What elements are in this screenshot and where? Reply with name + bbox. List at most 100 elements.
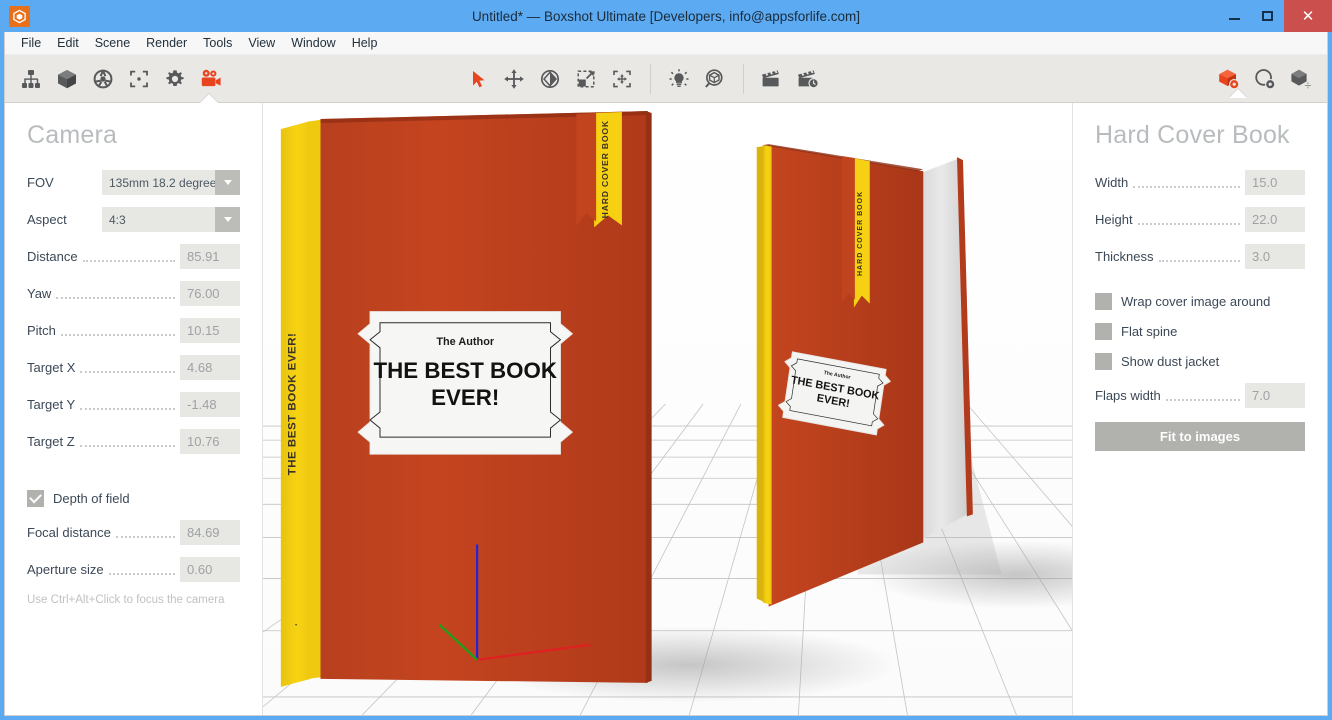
toolbar-center-group: [460, 61, 826, 97]
target-z-row: Target Z 10.76: [27, 429, 240, 454]
dot-leader: [1158, 259, 1240, 262]
book-front-spine-footer: •: [295, 624, 301, 626]
show-dust-jacket-row[interactable]: Show dust jacket: [1095, 353, 1305, 370]
render-clapperboard-icon: [762, 69, 779, 86]
menu-window[interactable]: Window: [283, 33, 343, 53]
close-button[interactable]: ✕: [1284, 0, 1332, 32]
target-y-row: Target Y -1.48: [27, 392, 240, 417]
dot-leader: [1165, 398, 1240, 401]
width-label: Width: [1095, 175, 1129, 190]
zoom-to-object-button[interactable]: [697, 61, 733, 97]
scene-tree-button[interactable]: [13, 61, 49, 97]
render-animation-icon: [798, 69, 819, 88]
material-settings-button[interactable]: [1247, 61, 1283, 97]
depth-of-field-label: Depth of field: [53, 491, 130, 506]
flaps-width-input[interactable]: 7.0: [1245, 383, 1305, 408]
object-transform-button[interactable]: [1283, 61, 1319, 97]
pitch-input[interactable]: 10.15: [180, 318, 240, 343]
distance-input[interactable]: 85.91: [180, 244, 240, 269]
application-window: Untitled* — Boxshot Ultimate [Developers…: [0, 0, 1332, 720]
maximize-button[interactable]: [1251, 0, 1284, 32]
width-input[interactable]: 15.0: [1245, 170, 1305, 195]
height-input[interactable]: 22.0: [1245, 207, 1305, 232]
target-z-label: Target Z: [27, 434, 75, 449]
book-back-ribbon-text: HARD COVER BOOK: [857, 191, 864, 276]
render-clapperboard-button[interactable]: [754, 61, 790, 97]
shape-box-icon: [58, 69, 76, 88]
book-front-label: The Author THE BEST BOOK EVER!: [357, 311, 574, 455]
menu-scene[interactable]: Scene: [87, 33, 138, 53]
aperture-size-input[interactable]: 0.60: [180, 557, 240, 582]
dot-leader: [79, 444, 175, 447]
dot-leader: [80, 407, 175, 410]
thickness-row: Thickness 3.0: [1095, 244, 1305, 269]
target-x-input[interactable]: 4.68: [180, 355, 240, 380]
book-back-spine: [762, 145, 772, 605]
wrap-cover-label: Wrap cover image around: [1121, 294, 1271, 309]
flat-spine-label: Flat spine: [1121, 324, 1178, 339]
fov-select[interactable]: 135mm 18.2 degrees: [102, 170, 240, 195]
settings-gear-button[interactable]: [157, 61, 193, 97]
depth-of-field-checkbox[interactable]: [27, 490, 44, 507]
aspect-select[interactable]: 4:3: [102, 207, 240, 232]
target-y-input[interactable]: -1.48: [180, 392, 240, 417]
settings-gear-icon: [166, 69, 184, 86]
depth-of-field-row[interactable]: Depth of field: [27, 490, 240, 507]
light-bulb-button[interactable]: [661, 61, 697, 97]
select-arrow-tool-button[interactable]: [460, 61, 496, 97]
active-tool-notch-right: [1229, 88, 1247, 98]
focal-distance-input[interactable]: 84.69: [180, 520, 240, 545]
menu-tools[interactable]: Tools: [195, 33, 240, 53]
target-y-label: Target Y: [27, 397, 76, 412]
render-animation-button[interactable]: [790, 61, 826, 97]
wrap-cover-checkbox[interactable]: [1095, 293, 1112, 310]
menu-help[interactable]: Help: [344, 33, 386, 53]
viewport-scene: HARD COVER BOOK The Author THE BEST BOOK…: [263, 103, 1072, 715]
show-dust-jacket-checkbox[interactable]: [1095, 353, 1112, 370]
fit-to-images-button[interactable]: Fit to images: [1095, 422, 1305, 451]
menu-view[interactable]: View: [240, 33, 283, 53]
move-tool-button[interactable]: [496, 61, 532, 97]
shape-box-button[interactable]: [49, 61, 85, 97]
book-front-ribbon: HARD COVER BOOK: [576, 112, 622, 228]
rotate-tool-button[interactable]: [532, 61, 568, 97]
object-panel-title: Hard Cover Book: [1095, 121, 1290, 149]
menu-render[interactable]: Render: [138, 33, 195, 53]
boxshot-logo-icon: [9, 5, 30, 27]
flat-spine-row[interactable]: Flat spine: [1095, 323, 1305, 340]
book-front-title-line1: THE BEST BOOK: [374, 358, 557, 383]
wrap-cover-row[interactable]: Wrap cover image around: [1095, 293, 1305, 310]
dot-leader: [82, 259, 175, 262]
fov-value: 135mm 18.2 degrees: [109, 175, 215, 190]
minimize-button[interactable]: [1218, 0, 1251, 32]
camera-button[interactable]: [193, 61, 229, 97]
3d-viewport[interactable]: HARD COVER BOOK The Author THE BEST BOOK…: [263, 103, 1072, 715]
materials-sphere-button[interactable]: [85, 61, 121, 97]
aperture-size-label: Aperture size: [27, 562, 104, 577]
yaw-row: Yaw 76.00: [27, 281, 240, 306]
scale-tool-button[interactable]: [568, 61, 604, 97]
aspect-value: 4:3: [109, 212, 126, 227]
camera-panel: Camera FOV 135mm 18.2 degrees Aspect 4:3: [5, 103, 263, 715]
window-controls: ✕: [1218, 0, 1332, 32]
target-x-row: Target X 4.68: [27, 355, 240, 380]
center-tool-button[interactable]: [604, 61, 640, 97]
menu-edit[interactable]: Edit: [49, 33, 87, 53]
focus-brackets-icon: [130, 70, 148, 87]
minimize-icon: [1229, 18, 1240, 20]
object-transform-icon: [1291, 69, 1312, 89]
dot-leader: [60, 333, 175, 336]
menu-file[interactable]: File: [13, 33, 49, 53]
dot-leader: [1133, 185, 1240, 188]
target-z-input[interactable]: 10.76: [180, 429, 240, 454]
yaw-input[interactable]: 76.00: [180, 281, 240, 306]
thickness-input[interactable]: 3.0: [1245, 244, 1305, 269]
flat-spine-checkbox[interactable]: [1095, 323, 1112, 340]
dot-leader: [1137, 222, 1240, 225]
client-area: File Edit Scene Render Tools View Window…: [4, 32, 1328, 716]
pitch-row: Pitch 10.15: [27, 318, 240, 343]
aperture-size-row: Aperture size 0.60: [27, 557, 240, 582]
thickness-label: Thickness: [1095, 249, 1154, 264]
focus-brackets-button[interactable]: [121, 61, 157, 97]
distance-label: Distance: [27, 249, 78, 264]
